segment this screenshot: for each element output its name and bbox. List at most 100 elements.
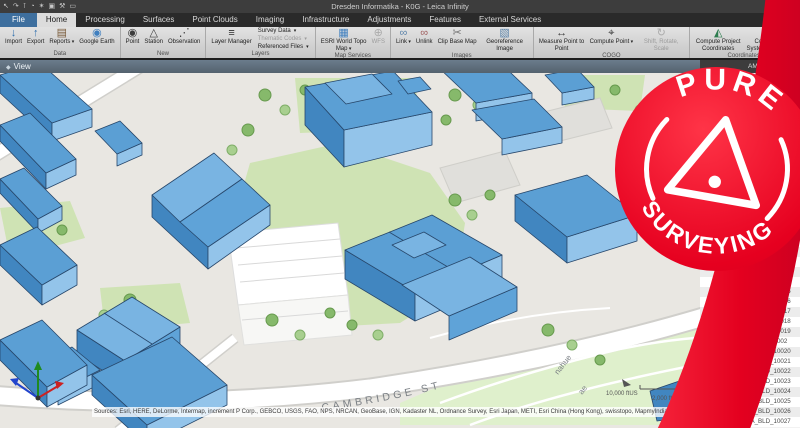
table-row[interactable]: 2013CA_BLD_10001	[700, 137, 800, 147]
table-row[interactable]: 2013CA_BLD_10020	[700, 347, 800, 357]
point-id-cell: CA_BLD_10014	[738, 277, 800, 287]
tab-home[interactable]: Home	[37, 13, 76, 27]
wfs-button[interactable]: ⊕WFS	[371, 28, 386, 52]
year-cell: 2013	[700, 127, 738, 137]
table-row[interactable]: 2013CA_BLD_10025	[700, 397, 800, 407]
table-row[interactable]: 2013CA_BLD_100	[700, 107, 800, 117]
year-cell: 2013	[700, 87, 738, 97]
view-tab-label: View	[14, 62, 31, 71]
tab-features[interactable]: Features	[420, 13, 470, 27]
tab-processing[interactable]: Processing	[76, 13, 134, 27]
wfs-icon: ⊕	[374, 28, 383, 39]
table-row[interactable]: 2013CA_BLD_10007	[700, 197, 800, 207]
export-button[interactable]: ↑Export	[26, 28, 45, 50]
view-tab-bar[interactable]: ◆View	[0, 60, 700, 73]
measure-point-to-point-button[interactable]: ↔Measure Point to Point	[538, 28, 586, 52]
panel-tab-label: AMB3D_Cityw	[748, 60, 790, 73]
table-row[interactable]: 2013CA_BLD_10002	[700, 147, 800, 157]
table-row[interactable]: 2013CA_BLD_10021	[700, 357, 800, 367]
tab-imaging[interactable]: Imaging	[247, 13, 293, 27]
table-row[interactable]: 2013CA_BLD_10010	[700, 237, 800, 247]
station-button[interactable]: △Station	[143, 28, 164, 50]
observation-button[interactable]: ⋰Observation	[167, 28, 201, 50]
year-cell: 2013	[700, 387, 738, 397]
table-row[interactable]: 2013CA_BLD_10023	[700, 377, 800, 387]
link-button[interactable]: ∞Link ▾	[395, 28, 412, 52]
table-row[interactable]: 2013CA_BLD_10008	[700, 207, 800, 217]
filter-input[interactable]	[704, 75, 785, 85]
tab-surfaces[interactable]: Surfaces	[134, 13, 184, 27]
table-row[interactable]: 2013CA_BLD_10009	[700, 217, 800, 227]
table-row[interactable]: 2013CA_BLD_10019	[700, 327, 800, 337]
station-icon: △	[149, 28, 157, 39]
table-row[interactable]: 2013CA_BLD_10022	[700, 367, 800, 377]
table-row[interactable]: 2013CA_BLD_10024	[700, 387, 800, 397]
scale-label-left: 10,000 ftUS	[606, 391, 638, 397]
menu-label: Survey Data	[258, 28, 291, 34]
year-cell: 2013	[700, 217, 738, 227]
table-row[interactable]: 2013CA_BLD_10015	[700, 287, 800, 297]
tab-point-clouds[interactable]: Point Clouds	[183, 13, 246, 27]
panel-tab[interactable]: AMB3D_Cityw	[700, 60, 800, 73]
year-cell: 2013	[700, 207, 738, 217]
table-row[interactable]: 2013CA_BLD_10013	[700, 267, 800, 277]
ribbon-group-data: ↓Import↑Export▤Reports ▾◉Google EarthDat…	[0, 27, 121, 58]
esri-world-topo-map-button[interactable]: ▦ESRI World Topo Map ▾	[320, 28, 368, 52]
observation-icon: ⋰	[179, 28, 190, 39]
survey-data-menu[interactable]: Survey Data▾	[258, 28, 309, 34]
filter-funnel-icon[interactable]	[788, 75, 796, 84]
reports-button[interactable]: ▤Reports ▾	[48, 28, 75, 50]
tab-adjustments[interactable]: Adjustments	[358, 13, 420, 27]
table-row[interactable]: 2013CA_BLD_10017	[700, 307, 800, 317]
compute-point-button[interactable]: ⌖Compute Point ▾	[589, 28, 635, 52]
point-id-cell: CA_BLD_10002	[738, 147, 800, 157]
table-row[interactable]: 2013CA_BLD_10003	[700, 157, 800, 167]
button-label: Unlink	[416, 39, 433, 46]
table-row[interactable]: 2013CA_BLD_10005	[700, 177, 800, 187]
year-cell: 2013	[700, 337, 738, 347]
import-icon: ↓	[11, 28, 17, 39]
table-row[interactable]: 2013CA_BLD_10004	[700, 167, 800, 177]
clip-base-map-button[interactable]: ✂Clip Base Map	[437, 28, 478, 52]
table-row[interactable]: 2013CA_BLD_10	[700, 97, 800, 107]
year-cell: 2013	[700, 197, 738, 207]
button-label: Shift, Rotate, Scale	[638, 39, 684, 52]
coordinate-system-manager-button[interactable]: ⊛Coordinate System Manager	[745, 28, 793, 52]
table-row[interactable]: 2013CA_BLD_10016	[700, 297, 800, 307]
table-row[interactable]: 2013CA_BLD_1000	[700, 117, 800, 127]
table-row[interactable]: 2013CA_BLD_1001	[700, 227, 800, 237]
point-button[interactable]: ◉Point	[125, 28, 141, 50]
table-row[interactable]: 2013CA_BLD_1002	[700, 337, 800, 347]
year-cell: 2013	[700, 287, 738, 297]
import-button[interactable]: ↓Import	[4, 28, 23, 50]
tab-external-services[interactable]: External Services	[470, 13, 550, 27]
table-row[interactable]: 2013CA_BLD_10012	[700, 257, 800, 267]
button-label: Compute Point ▾	[590, 39, 634, 46]
table-row[interactable]: 2013CA_BLD_1	[700, 87, 800, 97]
georeference-icon: ▧	[499, 28, 509, 39]
compute-point-icon: ⌖	[608, 28, 614, 39]
compute-project-coordinates-button[interactable]: ◭Compute Project Coordinates	[694, 28, 742, 52]
tab-infrastructure[interactable]: Infrastructure	[293, 13, 358, 27]
ribbon-group-coordinates: ◭Compute Project Coordinates⊛Coordinate …	[690, 27, 798, 58]
compute-project-icon: ◭	[714, 28, 722, 39]
table-row[interactable]: 2013CA_BLD_10018	[700, 317, 800, 327]
point-id-cell: CA_BLD_10020	[738, 347, 800, 357]
shift-rotate-scale-button[interactable]: ↻Shift, Rotate, Scale	[637, 28, 685, 52]
table-row[interactable]: 2013CA_BLD_10026	[700, 407, 800, 417]
year-cell: 2013	[700, 177, 738, 187]
table-row[interactable]: 2013CA_BLD_10011	[700, 247, 800, 257]
tab-file[interactable]: File	[0, 13, 37, 27]
table-row[interactable]: 2013CA_BLD_10006	[700, 187, 800, 197]
google-earth-button[interactable]: ◉Google Earth	[78, 28, 115, 50]
map-canvas[interactable]: CAMBRIDGE ST nahue ae 10,000 ftUS 2,000 …	[0, 73, 700, 428]
thematic-codes-menu[interactable]: Thematic Codes▾	[258, 36, 309, 42]
georeference-image-button[interactable]: ▧Georeference Image	[481, 28, 529, 52]
table-row[interactable]: 2013CA_BLD_10000	[700, 127, 800, 137]
unlink-button[interactable]: ∞Unlink	[415, 28, 434, 52]
layer-manager-button[interactable]: ≡Layer Manager	[210, 28, 252, 50]
year-cell: 2013	[700, 147, 738, 157]
table-row[interactable]: 2013CA_BLD_10014	[700, 277, 800, 287]
ribbon-group-cogo: ↔Measure Point to Point⌖Compute Point ▾↻…	[534, 27, 691, 58]
table-row[interactable]: 2013CA_BLD_10027	[700, 417, 800, 427]
